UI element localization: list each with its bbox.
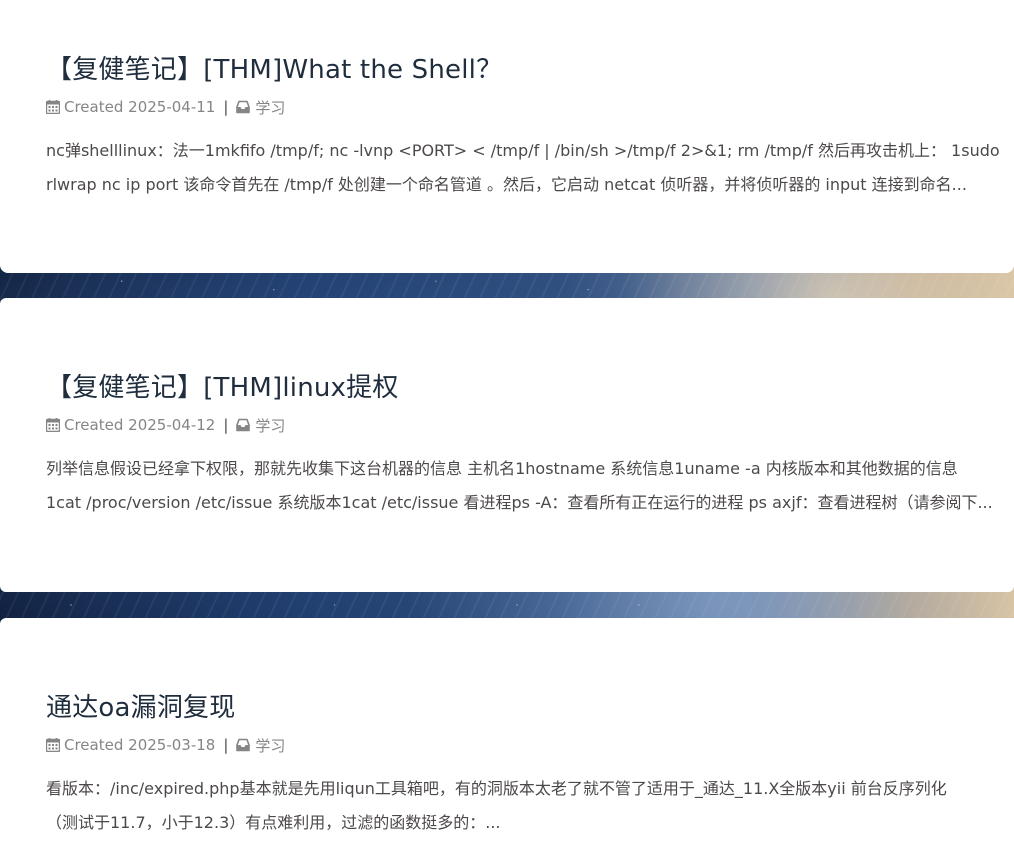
post-card: 通达oa漏洞复现 Created 2025-03-18 | 学习 看版本：/in…	[0, 618, 1014, 852]
inbox-icon	[235, 100, 251, 114]
created-label: Created	[64, 416, 124, 434]
post-category-link[interactable]: 学习	[255, 415, 285, 436]
calendar-icon	[46, 100, 60, 114]
created-label: Created	[64, 98, 124, 116]
post-title[interactable]: 通达oa漏洞复现	[46, 691, 1014, 725]
excerpt-line: nc弹shelllinux：法一1mkfifo /tmp/f; nc -lvnp…	[46, 141, 1000, 160]
post-card: 【复健笔记】[THM]What the Shell？ Created 2025-…	[0, 0, 1014, 273]
meta-separator: |	[223, 416, 229, 434]
post-date: 2025-04-11	[128, 98, 216, 116]
post-excerpt: 列举信息假设已经拿下权限，那就先收集下这台机器的信息 主机名1hostname …	[46, 452, 1014, 520]
excerpt-line: rlwrap nc ip port 该命令首先在 /tmp/f 处创建一个命名管…	[46, 175, 967, 194]
created-label: Created	[64, 736, 124, 754]
calendar-icon	[46, 738, 60, 752]
post-date: 2025-04-12	[128, 416, 216, 434]
inbox-icon	[235, 738, 251, 752]
post-excerpt: 看版本：/inc/expired.php基本就是先用liqun工具箱吧，有的洞版…	[46, 772, 1014, 840]
meta-separator: |	[223, 736, 229, 754]
excerpt-line: 看版本：/inc/expired.php基本就是先用liqun工具箱吧，有的洞版…	[46, 779, 947, 798]
post-category-link[interactable]: 学习	[255, 735, 285, 756]
post-meta: Created 2025-04-12 | 学习	[46, 415, 1014, 435]
post-meta: Created 2025-03-18 | 学习	[46, 735, 1014, 755]
post-title[interactable]: 【复健笔记】[THM]linux提权	[46, 371, 1014, 405]
inbox-icon	[235, 418, 251, 432]
calendar-icon	[46, 418, 60, 432]
excerpt-line: （测试于11.7，小于12.3）有点难利用，过滤的函数挺多的：...	[46, 813, 501, 832]
excerpt-line: 1cat /proc/version /etc/issue 系统版本1cat /…	[46, 493, 993, 512]
excerpt-line: 列举信息假设已经拿下权限，那就先收集下这台机器的信息 主机名1hostname …	[46, 459, 958, 478]
post-date: 2025-03-18	[128, 736, 216, 754]
post-card: 【复健笔记】[THM]linux提权 Created 2025-04-12 | …	[0, 298, 1014, 592]
meta-separator: |	[223, 98, 229, 116]
post-title[interactable]: 【复健笔记】[THM]What the Shell？	[46, 53, 1014, 87]
post-excerpt: nc弹shelllinux：法一1mkfifo /tmp/f; nc -lvnp…	[46, 134, 1014, 202]
post-category-link[interactable]: 学习	[255, 97, 285, 118]
post-meta: Created 2025-04-11 | 学习	[46, 97, 1014, 117]
